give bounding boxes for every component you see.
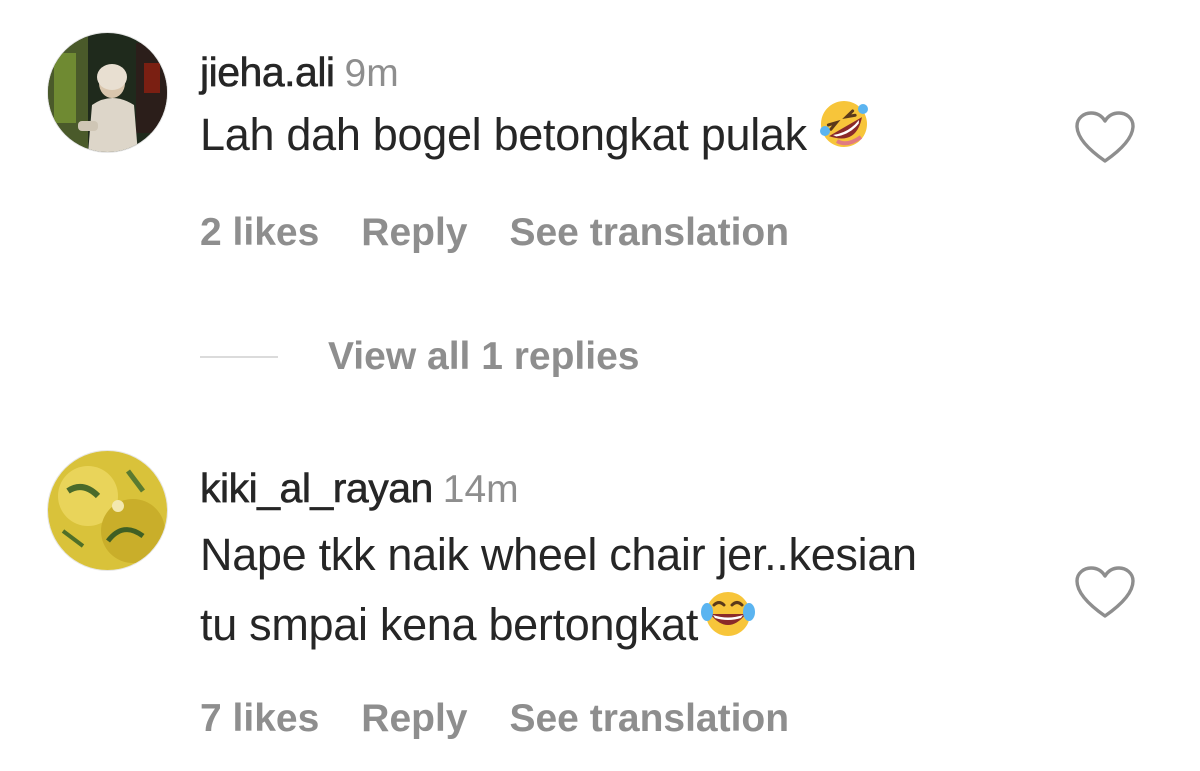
avatar[interactable] xyxy=(47,450,168,571)
see-translation-link[interactable]: See translation xyxy=(509,211,789,254)
comment-text-line-wrapper: tu smpai kena bertongkat xyxy=(200,590,917,664)
reply-button[interactable]: Reply xyxy=(361,697,467,740)
comment-text: Lah dah bogel betongkat pulak xyxy=(200,100,871,175)
view-replies-link[interactable]: View all 1 replies xyxy=(328,335,639,378)
avatar-photo xyxy=(48,33,167,152)
comment-text-line: tu smpai kena bertongkat xyxy=(200,599,699,650)
like-button[interactable] xyxy=(1074,565,1136,621)
avatar-photo xyxy=(48,451,167,570)
comment-header: jieha.ali 9m xyxy=(200,49,399,95)
like-button[interactable] xyxy=(1074,110,1136,166)
timestamp[interactable]: 14m xyxy=(443,468,519,511)
comment-text-line: Nape tkk naik wheel chair jer..kesian xyxy=(200,529,917,580)
comment-actions: 7 likes Reply See translation xyxy=(200,699,831,738)
comment-text: Nape tkk naik wheel chair jer..kesian tu… xyxy=(200,520,917,664)
username[interactable]: jieha.ali xyxy=(200,49,336,95)
reply-button[interactable]: Reply xyxy=(361,211,467,254)
avatar[interactable] xyxy=(47,32,168,153)
username[interactable]: kiki_al_rayan xyxy=(200,465,434,511)
see-translation-link[interactable]: See translation xyxy=(509,697,789,740)
likes-count[interactable]: 7 likes xyxy=(200,697,319,740)
heart-outline-icon xyxy=(1075,111,1135,163)
comment-text-line: Lah dah bogel betongkat pulak xyxy=(200,109,807,160)
comment-header: kiki_al_rayan 14m xyxy=(200,465,519,511)
heart-outline-icon xyxy=(1075,566,1135,618)
replies-divider xyxy=(200,355,278,358)
timestamp[interactable]: 9m xyxy=(345,52,399,95)
rolling-on-floor-laughing-icon xyxy=(817,97,871,171)
face-with-tears-of-joy-icon xyxy=(700,588,756,660)
comment-actions: 2 likes Reply See translation xyxy=(200,213,831,252)
likes-count[interactable]: 2 likes xyxy=(200,211,319,254)
view-replies[interactable]: View all 1 replies xyxy=(200,337,639,376)
